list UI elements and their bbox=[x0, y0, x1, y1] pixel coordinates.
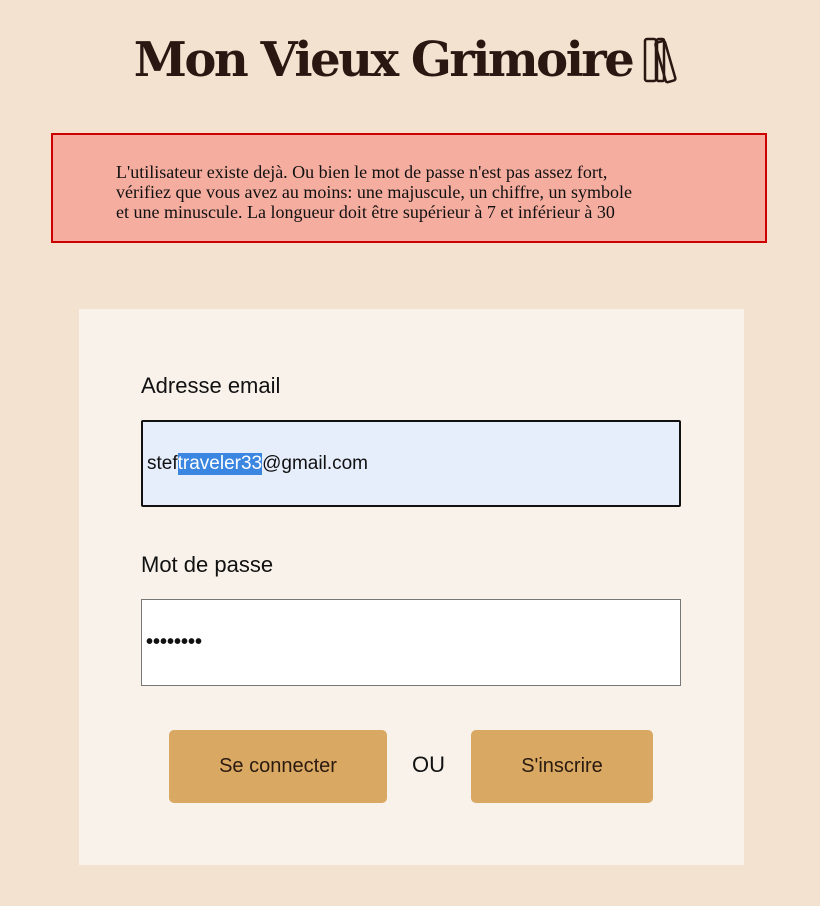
email-input[interactable]: stef traveler33 @gmail.com bbox=[141, 420, 681, 507]
books-icon bbox=[642, 35, 686, 85]
error-line: et une minuscule. La longueur doit être … bbox=[116, 202, 615, 222]
error-line: L'utilisateur existe dejà. Ou bien le mo… bbox=[116, 162, 608, 182]
email-text-suffix: @gmail.com bbox=[262, 452, 368, 474]
password-input[interactable]: •••••••• bbox=[141, 599, 681, 686]
error-message: L'utilisateur existe dejà. Ou bien le mo… bbox=[116, 162, 716, 222]
email-text-prefix: stef bbox=[147, 452, 178, 474]
login-card: Adresse email stef traveler33 @gmail.com M… bbox=[79, 309, 744, 865]
password-label: Mot de passe bbox=[141, 552, 274, 577]
or-separator: OU bbox=[412, 752, 445, 777]
site-header: Mon Vieux Grimoire bbox=[0, 28, 820, 92]
email-text-selection: traveler33 bbox=[177, 452, 263, 475]
site-title: Mon Vieux Grimoire bbox=[133, 32, 635, 88]
error-alert: L'utilisateur existe dejà. Ou bien le mo… bbox=[51, 133, 767, 243]
error-line: vérifiez que vous avez au moins: une maj… bbox=[116, 182, 633, 202]
login-button[interactable]: Se connecter bbox=[169, 730, 387, 803]
password-mask: •••••••• bbox=[146, 631, 203, 653]
signup-button[interactable]: S'inscrire bbox=[471, 730, 653, 803]
email-label: Adresse email bbox=[141, 373, 281, 398]
